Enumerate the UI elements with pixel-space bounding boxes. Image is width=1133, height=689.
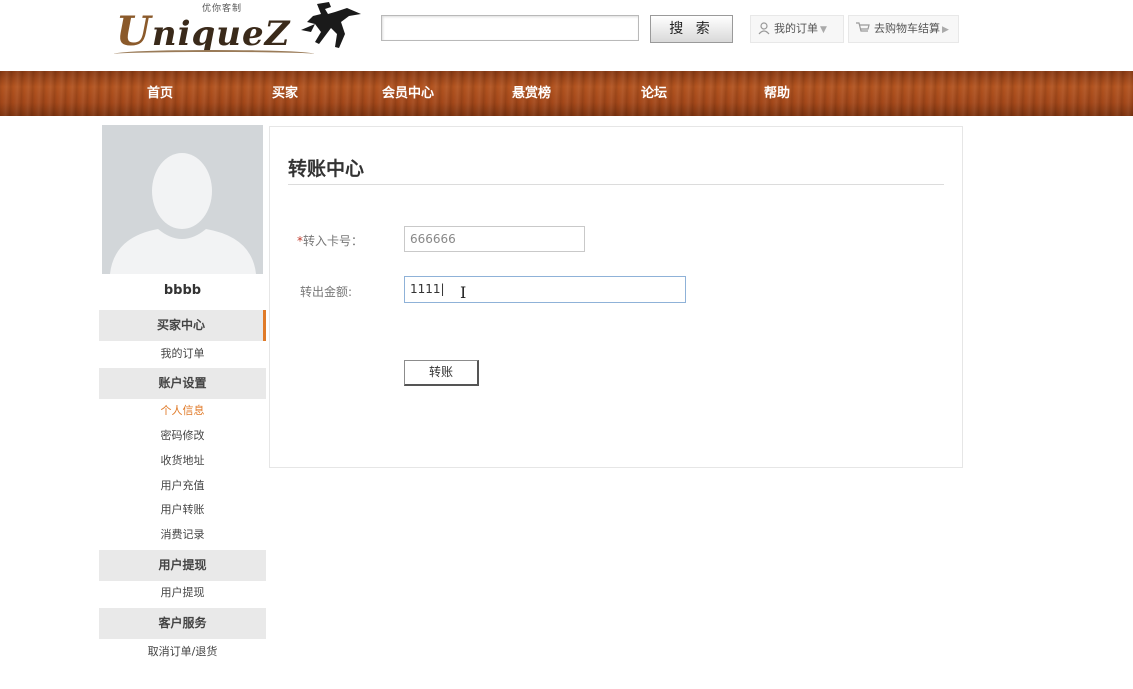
ibeam-cursor-icon: I bbox=[460, 283, 467, 302]
page-title: 转账中心 bbox=[288, 158, 365, 180]
sidebar-item-password-change[interactable]: 密码修改 bbox=[99, 427, 266, 445]
main-nav: 首页 买家 会员中心 悬赏榜 论坛 帮助 bbox=[0, 71, 1133, 116]
sidebar-item-recharge[interactable]: 用户充值 bbox=[99, 477, 266, 495]
cart-checkout-label: 去购物车结算 bbox=[874, 22, 940, 35]
transfer-button[interactable]: 转账 bbox=[404, 360, 479, 386]
sidebar-head-customer-service[interactable]: 客户服务 bbox=[99, 608, 266, 639]
logo-wordmark: UniqueZ bbox=[116, 8, 290, 55]
card-number-label: *转入卡号： bbox=[297, 232, 363, 249]
zorro-rider-icon bbox=[301, 2, 361, 48]
site-logo[interactable]: 优你客制 UniqueZ bbox=[110, 0, 365, 62]
title-divider bbox=[288, 184, 944, 185]
sidebar-item-cancel-return[interactable]: 取消订单/退货 bbox=[99, 643, 266, 661]
amount-value: 1111 bbox=[410, 282, 441, 296]
sidebar-item-my-orders[interactable]: 我的订单 bbox=[99, 345, 266, 363]
amount-label: 转出金额: bbox=[300, 285, 353, 299]
sidebar-head-buyer-center[interactable]: 买家中心 bbox=[99, 310, 266, 341]
nav-buyer[interactable]: 买家 bbox=[272, 71, 298, 116]
caret-down-icon: ▼ bbox=[820, 25, 827, 35]
logo-initial: U bbox=[116, 8, 152, 55]
arrow-right-icon: ▶ bbox=[942, 25, 949, 35]
sidebar-item-withdraw[interactable]: 用户提现 bbox=[99, 584, 266, 602]
sidebar-item-personal-info[interactable]: 个人信息 bbox=[99, 402, 266, 420]
sidebar-item-spending-records[interactable]: 消费记录 bbox=[99, 526, 266, 544]
nav-home[interactable]: 首页 bbox=[147, 71, 173, 116]
nav-member-center[interactable]: 会员中心 bbox=[382, 71, 434, 116]
username: bbbb bbox=[163, 283, 202, 298]
nav-forum[interactable]: 论坛 bbox=[641, 71, 667, 116]
amount-field[interactable]: 1111| bbox=[404, 276, 686, 303]
nav-bounty[interactable]: 悬赏榜 bbox=[512, 71, 551, 116]
text-caret: | bbox=[440, 282, 445, 296]
user-icon bbox=[758, 22, 770, 35]
sidebar-item-shipping-address[interactable]: 收货地址 bbox=[99, 452, 266, 470]
card-number-label-text: 转入卡号： bbox=[303, 234, 364, 248]
avatar[interactable] bbox=[102, 125, 263, 274]
search-input[interactable] bbox=[381, 15, 639, 41]
transfer-panel: 转账中心 *转入卡号： 666666 转出金额: 1111| I 转账 bbox=[269, 126, 963, 468]
sidebar-head-withdraw[interactable]: 用户提现 bbox=[99, 550, 266, 581]
avatar-placeholder-icon bbox=[102, 125, 263, 274]
logo-swoosh bbox=[114, 50, 314, 58]
sidebar-item-transfer[interactable]: 用户转账 bbox=[99, 501, 266, 519]
my-orders-link[interactable]: 我的订单 ▼ bbox=[750, 15, 844, 43]
my-orders-label: 我的订单 bbox=[774, 22, 818, 35]
search-button[interactable]: 搜 索 bbox=[650, 15, 733, 43]
cart-icon bbox=[856, 22, 870, 32]
logo-text: niqueZ bbox=[151, 14, 291, 54]
sidebar-head-account-settings[interactable]: 账户设置 bbox=[99, 368, 266, 399]
cart-checkout-link[interactable]: 去购物车结算 ▶ bbox=[848, 15, 959, 43]
card-number-field[interactable]: 666666 bbox=[404, 226, 585, 252]
nav-help[interactable]: 帮助 bbox=[764, 71, 790, 116]
